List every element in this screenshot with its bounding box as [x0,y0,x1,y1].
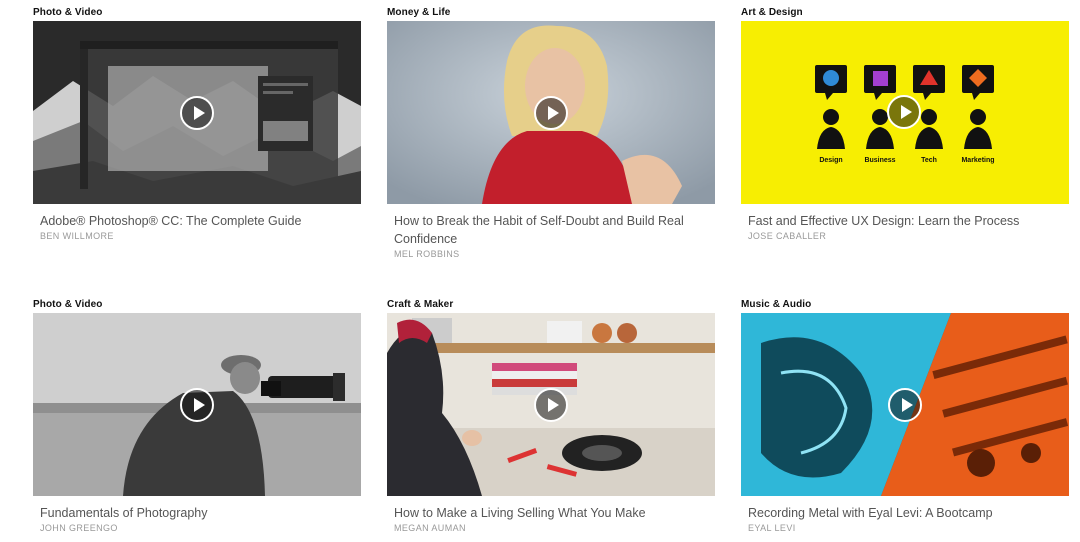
thumb-label: Tech [921,157,937,164]
course-title[interactable]: Fast and Effective UX Design: Learn the … [748,212,1066,230]
course-title[interactable]: How to Break the Habit of Self-Doubt and… [394,212,712,248]
course-author: BEN WILLMORE [40,231,114,241]
course-thumbnail[interactable] [387,313,715,496]
course-thumbnail[interactable] [33,21,361,204]
play-icon[interactable] [534,388,568,422]
course-category: Money & Life [387,7,451,18]
course-thumbnail[interactable] [387,21,715,204]
thumb-label: Business [864,157,895,164]
course-author: JOHN GREENGO [40,523,118,533]
thumb-label: Design [819,157,842,164]
course-title[interactable]: Recording Metal with Eyal Levi: A Bootca… [748,504,1066,522]
play-icon[interactable] [888,388,922,422]
play-icon[interactable] [180,388,214,422]
course-title[interactable]: Fundamentals of Photography [40,504,358,522]
course-thumbnail[interactable] [33,313,361,496]
course-author: EYAL LEVI [748,523,796,533]
course-thumbnail[interactable] [741,313,1069,496]
play-icon[interactable] [534,96,568,130]
course-author: MEGAN AUMAN [394,523,466,533]
play-icon[interactable] [887,95,921,129]
course-category: Music & Audio [741,299,812,310]
course-author: JOSE CABALLER [748,231,827,241]
course-category: Photo & Video [33,299,103,310]
course-title[interactable]: Adobe® Photoshop® CC: The Complete Guide [40,212,358,230]
course-category: Photo & Video [33,7,103,18]
play-icon[interactable] [180,96,214,130]
course-category: Craft & Maker [387,299,454,310]
course-author: MEL ROBBINS [394,249,460,259]
thumb-label: Marketing [961,157,994,164]
course-title[interactable]: How to Make a Living Selling What You Ma… [394,504,712,522]
course-thumbnail[interactable]: Design Business Tech Marketing [741,21,1069,204]
course-category: Art & Design [741,7,803,18]
